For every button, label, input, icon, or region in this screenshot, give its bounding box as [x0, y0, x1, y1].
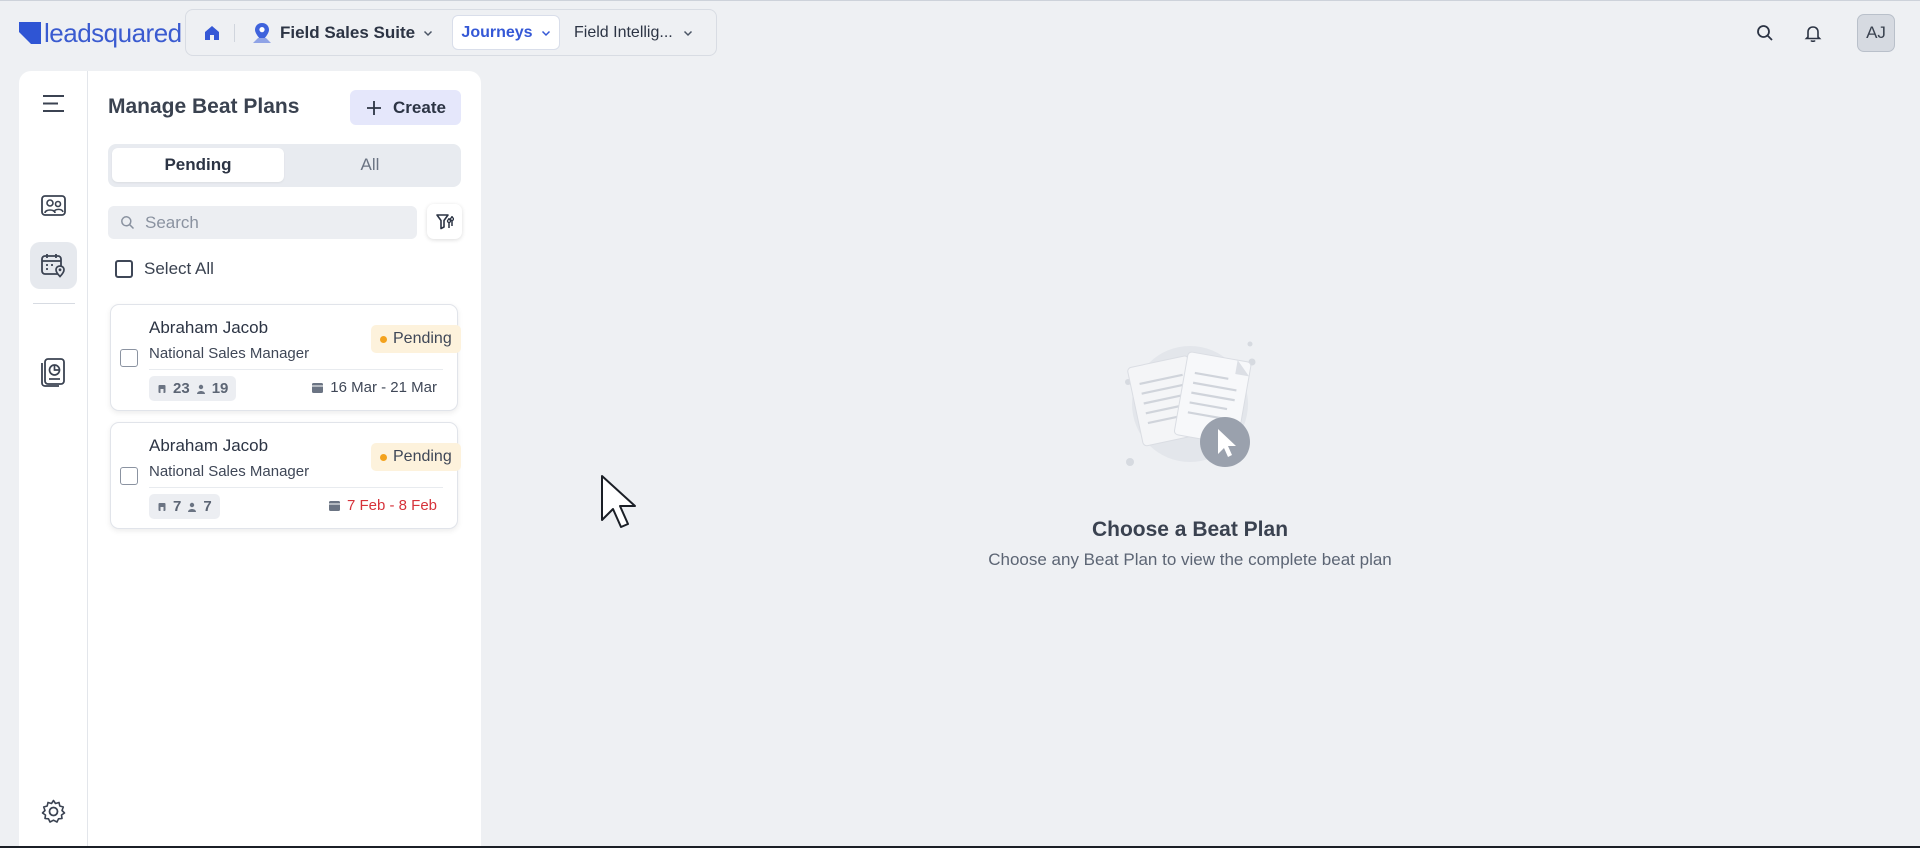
- app-name: Field Sales Suite: [280, 23, 416, 42]
- filter-icon: [436, 214, 454, 230]
- mouse-cursor-icon: [601, 475, 636, 528]
- avatar[interactable]: AJ: [1857, 14, 1895, 52]
- top-bar: leadsquared Field Sales Suite Journeys F…: [0, 0, 1920, 64]
- stat-count-b: 7: [203, 498, 212, 515]
- beat-plan-card[interactable]: Abraham Jacob National Sales Manager Pen…: [110, 304, 461, 411]
- empty-state-subtitle: Choose any Beat Plan to view the complet…: [988, 550, 1392, 569]
- nav-divider: [234, 24, 235, 42]
- select-all[interactable]: Select All: [115, 259, 214, 279]
- search-input[interactable]: [145, 212, 405, 233]
- card-checkbox[interactable]: [120, 349, 138, 367]
- home-icon[interactable]: [202, 23, 222, 43]
- calendar-icon: [312, 383, 324, 393]
- card-user-name: Abraham Jacob: [149, 436, 269, 455]
- status-dot: [380, 453, 387, 461]
- create-button[interactable]: Create: [350, 90, 461, 125]
- card-user-name: Abraham Jacob: [149, 318, 269, 337]
- card-date: 16 Mar - 21 Mar: [311, 379, 437, 396]
- logo-text: leadsquared: [44, 18, 182, 48]
- chevron-down-icon: [541, 30, 550, 36]
- search-icon: [121, 216, 135, 230]
- user-icon: [196, 384, 205, 394]
- icon-rail: [19, 71, 88, 848]
- status-badge: Pending: [371, 443, 461, 471]
- tab-all[interactable]: All: [284, 148, 456, 182]
- calendar-location-icon[interactable]: [39, 251, 68, 280]
- stat-count-b: 19: [211, 380, 229, 397]
- chevron-down-icon: [424, 30, 433, 37]
- rail-divider: [33, 303, 75, 304]
- app-nav: Field Sales Suite Journeys Field Intelli…: [185, 9, 717, 56]
- store-icon: [158, 502, 166, 511]
- beat-plan-card[interactable]: Abraham Jacob National Sales Manager Pen…: [110, 422, 461, 529]
- empty-state-illustration: [1125, 341, 1256, 467]
- card-date: 7 Feb - 8 Feb: [328, 497, 437, 514]
- card-date-range: 7 Feb - 8 Feb: [346, 497, 437, 514]
- bell-icon[interactable]: [1803, 23, 1823, 43]
- tab-journeys[interactable]: Journeys: [452, 15, 560, 50]
- store-icon: [158, 384, 166, 393]
- card-user-role: National Sales Manager: [149, 463, 310, 480]
- card-user-role: National Sales Manager: [149, 345, 310, 362]
- tab-field-intelligence[interactable]: Field Intellig...: [574, 15, 693, 50]
- select-all-checkbox[interactable]: [115, 260, 133, 278]
- create-button-label: Create: [393, 97, 446, 117]
- hamburger-icon[interactable]: [39, 91, 68, 116]
- stat-count-a: 23: [173, 380, 190, 397]
- customers-icon[interactable]: [39, 191, 68, 220]
- gear-icon[interactable]: [39, 798, 68, 825]
- status-label: Pending: [393, 330, 452, 347]
- tab-journeys-label: Journeys: [461, 23, 533, 41]
- tab-pending[interactable]: Pending: [112, 148, 284, 182]
- user-icon: [188, 502, 197, 512]
- card-checkbox[interactable]: [120, 467, 138, 485]
- search-icon[interactable]: [1755, 23, 1775, 43]
- chevron-down-icon: [683, 30, 692, 36]
- stat-count-a: 7: [173, 498, 182, 515]
- status-label: Pending: [393, 448, 452, 465]
- page-title: Manage Beat Plans: [108, 95, 300, 118]
- empty-state-title: Choose a Beat Plan: [1091, 518, 1289, 541]
- app-switcher[interactable]: Field Sales Suite: [252, 20, 433, 46]
- tab-field-intelligence-label: Field Intellig...: [574, 23, 673, 41]
- card-date-range: 16 Mar - 21 Mar: [330, 379, 437, 396]
- card-stats: 7 7: [149, 494, 220, 519]
- card-divider: [149, 369, 443, 370]
- card-divider: [149, 487, 443, 488]
- plus-icon: [367, 100, 382, 115]
- logo[interactable]: leadsquared: [19, 19, 182, 47]
- report-icon[interactable]: [39, 356, 68, 389]
- beat-plan-panel: Manage Beat Plans Create Pending All Sel…: [19, 71, 481, 848]
- filter-button[interactable]: [427, 204, 462, 239]
- map-pin-icon: [253, 23, 271, 43]
- search-box: [108, 206, 417, 239]
- status-badge: Pending: [371, 325, 461, 353]
- status-segmented-control: Pending All: [108, 144, 461, 187]
- status-dot: [380, 335, 387, 343]
- logo-mark-icon: [19, 22, 41, 44]
- select-all-label: Select All: [144, 259, 214, 278]
- calendar-icon: [328, 501, 340, 511]
- card-stats: 23 19: [149, 376, 237, 401]
